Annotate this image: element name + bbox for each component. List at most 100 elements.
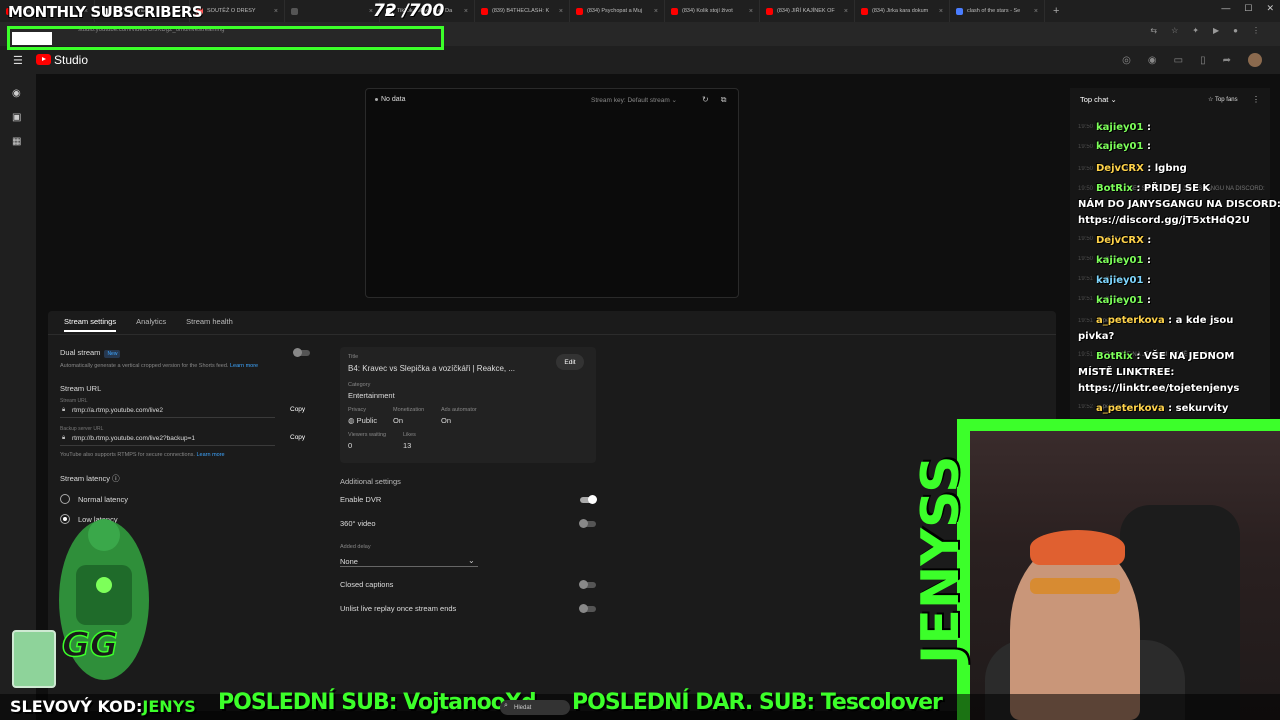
top-fans-button[interactable]: ☆ Top fans bbox=[1208, 96, 1238, 103]
video-360-label: 360° video bbox=[340, 519, 376, 528]
tab-favicon-icon bbox=[956, 7, 963, 15]
play-icon[interactable]: ▶ bbox=[1213, 26, 1219, 35]
tab-close-icon[interactable]: × bbox=[844, 8, 848, 15]
tab-close-icon[interactable]: × bbox=[274, 8, 278, 15]
browser-tab[interactable]: clash of the stars - Se × bbox=[950, 0, 1045, 22]
chevron-down-icon[interactable]: ⌄ bbox=[468, 556, 475, 565]
header-icons: ◎ ◉ ▭ ▯ ➦ bbox=[1122, 53, 1262, 67]
dual-stream-label: Dual stream New bbox=[60, 348, 121, 358]
minimize-icon[interactable]: — bbox=[1221, 3, 1230, 14]
tab-favicon-icon bbox=[861, 7, 868, 15]
dual-stream-description: Automatically generate a vertical croppe… bbox=[60, 363, 259, 369]
overlay-chat-message: kajiey01 : bbox=[1096, 275, 1151, 286]
tab-close-icon[interactable]: × bbox=[559, 8, 563, 15]
dvr-label: Enable DVR bbox=[340, 495, 382, 504]
subscriber-progress-bar bbox=[7, 26, 444, 50]
backup-url-field[interactable]: Backup server URL 🔒︎ rtmp://b.rtmp.youtu… bbox=[60, 426, 275, 446]
likes-label: Likes bbox=[403, 432, 416, 438]
tab-close-icon[interactable]: × bbox=[939, 8, 943, 15]
camera-icon[interactable]: ▣ bbox=[12, 112, 21, 123]
browser-tab[interactable]: × bbox=[285, 0, 380, 22]
tab-stream-settings[interactable]: Stream settings bbox=[64, 317, 117, 332]
overlay-chat-message: kajiey01 : bbox=[1096, 141, 1151, 152]
unlist-toggle[interactable] bbox=[579, 604, 596, 613]
stream-url-field[interactable]: Stream URL 🔒︎ rtmp://a.rtmp.youtube.com/… bbox=[60, 398, 275, 418]
captions-toggle[interactable] bbox=[579, 580, 596, 589]
tab-label: SOUTĚŽ O DRESY bbox=[207, 8, 256, 14]
save-icon[interactable]: ▯ bbox=[1200, 55, 1206, 66]
overlay-chat-message: NÁM DO JANYSGANGU NA DISCORD: bbox=[1078, 199, 1280, 210]
profile-icon[interactable]: ● bbox=[1233, 26, 1238, 35]
extension-icon[interactable]: ✦ bbox=[1192, 26, 1199, 35]
chat-text: : bbox=[1143, 255, 1151, 266]
chat-timestamp: 19:50 bbox=[1078, 144, 1094, 150]
share-icon[interactable]: ➦ bbox=[1223, 55, 1231, 66]
copy-icon[interactable]: ⧉ bbox=[721, 95, 727, 105]
broadcast-icon[interactable]: ◉ bbox=[12, 88, 21, 99]
popout-icon[interactable]: ▭ bbox=[1174, 55, 1183, 66]
normal-latency-radio[interactable] bbox=[60, 494, 70, 504]
overlay-chat-message: kajiey01 : bbox=[1096, 122, 1151, 133]
normal-latency-label: Normal latency bbox=[78, 495, 129, 504]
superhero-mascot bbox=[59, 519, 149, 680]
divider bbox=[48, 334, 1056, 335]
additional-settings-heading: Additional settings bbox=[340, 477, 401, 486]
browser-tab[interactable]: SOUTĚŽ O DRESY × bbox=[190, 0, 285, 22]
address-bar-icons: ⇆ ☆ ✦ ▶ ● ⋮ bbox=[1150, 26, 1260, 35]
tab-close-icon[interactable]: × bbox=[749, 8, 753, 15]
browser-tab[interactable]: (834) Kolik stojí život × bbox=[665, 0, 760, 22]
refresh-icon[interactable]: ↻ bbox=[702, 95, 709, 105]
streamer-face bbox=[1010, 540, 1140, 720]
learn-more-link[interactable]: Learn more bbox=[230, 363, 258, 369]
overlay-chat-message: https://discord.gg/jT5xtHdQ2U bbox=[1078, 215, 1250, 226]
browser-tab[interactable]: (834) JIŘÍ KAJÍNEK OF × bbox=[760, 0, 855, 22]
avatar[interactable] bbox=[1248, 53, 1262, 67]
video-360-toggle[interactable] bbox=[579, 519, 596, 528]
copy-stream-url-button[interactable]: Copy bbox=[290, 406, 305, 413]
new-tab-button[interactable]: + bbox=[1045, 5, 1067, 17]
menu-dots-icon[interactable]: ⋮ bbox=[1252, 26, 1260, 35]
edit-button[interactable]: Edit bbox=[556, 354, 584, 370]
browser-tab[interactable]: (839) B4THECLASH: K × bbox=[475, 0, 570, 22]
dvr-toggle[interactable] bbox=[580, 495, 597, 504]
chat-username: a_peterkova bbox=[1096, 315, 1165, 326]
learn-more-link[interactable]: Learn more bbox=[196, 452, 224, 458]
chat-timestamp: 19:50 bbox=[1078, 236, 1094, 242]
search-icon: ⌕ bbox=[504, 702, 508, 709]
feedback-icon[interactable]: ◉ bbox=[1148, 55, 1157, 66]
delay-label: Added delay bbox=[340, 544, 371, 550]
chat-username: kajiey01 bbox=[1096, 141, 1144, 152]
chat-text: NÁM DO JANYSGANGU NA DISCORD: bbox=[1078, 199, 1280, 210]
streamer-cap bbox=[1030, 530, 1125, 565]
chat-text: : bbox=[1143, 275, 1151, 286]
close-icon[interactable]: ✕ bbox=[1266, 3, 1274, 14]
delay-underline bbox=[340, 566, 478, 567]
dual-stream-toggle[interactable] bbox=[293, 348, 310, 357]
tab-analytics[interactable]: Analytics bbox=[136, 317, 166, 332]
translate-icon[interactable]: ⇆ bbox=[1150, 26, 1157, 35]
browser-tab[interactable]: (834) Jirka kara dokum × bbox=[855, 0, 950, 22]
tab-label: clash of the stars - Se bbox=[967, 8, 1021, 14]
tab-close-icon[interactable]: × bbox=[1034, 8, 1038, 15]
hamburger-menu-icon[interactable]: ☰ bbox=[13, 54, 23, 67]
preview-actions: ↻ ⧉ bbox=[702, 95, 726, 105]
calendar-icon[interactable]: ▦ bbox=[12, 136, 21, 147]
taskbar-search[interactable]: Hledat bbox=[500, 700, 570, 715]
tab-close-icon[interactable]: × bbox=[464, 8, 468, 15]
last-sub-text: POSLEDNÍ SUB: VojtanooXd bbox=[218, 690, 537, 715]
chat-mode-select[interactable]: Top chat ⌄ bbox=[1080, 95, 1117, 104]
live-icon[interactable]: ◎ bbox=[1122, 55, 1131, 66]
chat-menu-icon[interactable]: ⋮ bbox=[1252, 95, 1260, 104]
stream-key-select[interactable]: Stream key: Default stream ⌄ bbox=[591, 96, 677, 104]
youtube-logo[interactable] bbox=[36, 54, 51, 65]
overlay-chat-message: a_peterkova : a kde jsou bbox=[1096, 315, 1233, 326]
chat-text: : sekurvity bbox=[1164, 403, 1229, 414]
browser-tab[interactable]: (834) Psychopat a Muj × bbox=[570, 0, 665, 22]
help-icon[interactable]: ⓘ bbox=[112, 474, 120, 483]
copy-backup-url-button[interactable]: Copy bbox=[290, 434, 305, 441]
tab-close-icon[interactable]: × bbox=[654, 8, 658, 15]
tab-stream-health[interactable]: Stream health bbox=[186, 317, 233, 332]
maximize-icon[interactable]: ☐ bbox=[1244, 3, 1252, 14]
delay-select[interactable]: None bbox=[340, 557, 358, 566]
bookmark-star-icon[interactable]: ☆ bbox=[1171, 26, 1178, 35]
